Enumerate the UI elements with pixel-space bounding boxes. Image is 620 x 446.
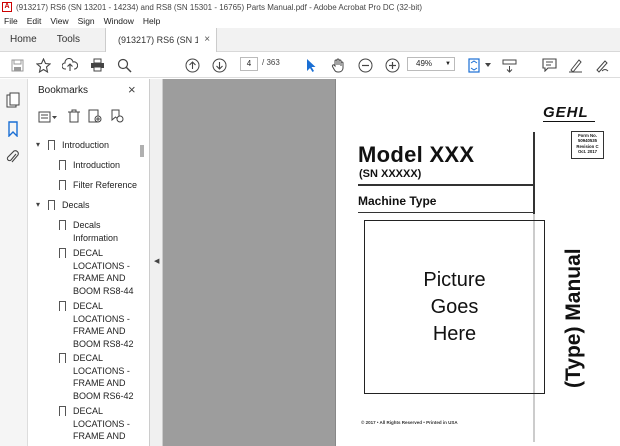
comment-icon[interactable] [541,57,557,73]
logo-underline [543,121,595,122]
gehl-logo: GEHL [543,104,589,121]
vertical-manual-title-text: (Type) Manual [562,248,585,388]
fit-page-dropdown-icon[interactable] [480,57,496,73]
bookmark-filter-reference[interactable]: Filter Reference [28,179,146,193]
find-zoom-icon[interactable] [116,57,132,73]
form-number-box: Form No. 50940535 Revision C Oct. 2017 [571,131,604,159]
bookmark-label: Decals Information [73,220,119,243]
model-title: Model XXX [358,142,475,167]
scroll-mode-icon[interactable] [501,57,517,73]
menu-file[interactable]: File [4,16,18,26]
bookmarks-scrollbar[interactable] [140,145,144,157]
vertical-divider [533,132,535,214]
zoom-value: 49% [416,59,433,68]
bookmark-decals-information[interactable]: Decals Information [28,219,146,245]
options-menu-icon[interactable] [38,111,58,125]
form-number-text: Form No. 50940535 Revision C Oct. 2017 [576,133,599,154]
bookmark-flag-icon [59,248,66,258]
save-icon[interactable] [9,57,25,73]
bookmark-introduction-parent[interactable]: ▾ Introduction [28,139,146,153]
picture-placeholder: Picture Goes Here [364,220,545,394]
serial-number: (SN XXXXX) [359,168,422,180]
machine-type: Machine Type [358,194,437,208]
bookmark-decal-locations-rs8-44[interactable]: DECAL LOCATIONS - FRAME AND BOOM RS8-44 [28,247,146,299]
attachments-icon[interactable] [6,149,22,165]
bookmark-flag-icon [59,160,66,170]
bookmark-label: DECAL LOCATIONS - FRAME AND [73,406,130,441]
upload-cloud-icon[interactable] [62,57,78,73]
bookmark-star-icon[interactable] [35,57,51,73]
bookmark-flag-icon [59,406,66,416]
bookmark-flag-icon [48,140,55,150]
tab-tools[interactable]: Tools [47,28,90,52]
tab-home[interactable]: Home [0,28,47,52]
bookmark-decals-parent[interactable]: ▾ Decals [28,199,146,213]
bookmark-label: DECAL LOCATIONS - FRAME AND BOOM RS6-42 [73,353,134,401]
print-icon[interactable] [89,57,105,73]
zoom-out-icon[interactable] [357,57,373,73]
bookmark-properties-icon[interactable] [110,109,124,125]
menu-bar: File Edit View Sign Window Help [0,14,620,28]
page-down-icon[interactable] [211,57,227,73]
menu-help[interactable]: Help [143,16,160,26]
menu-view[interactable]: View [50,16,68,26]
collapse-left-icon: ◀ [154,258,160,265]
bookmark-label: DECAL LOCATIONS - FRAME AND BOOM RS8-44 [73,248,134,296]
menu-window[interactable]: Window [104,16,134,26]
menu-edit[interactable]: Edit [27,16,42,26]
bookmark-decal-locations-rs8-42[interactable]: DECAL LOCATIONS - FRAME AND BOOM RS8-42 [28,300,146,352]
zoom-dropdown-icon: ▼ [445,61,451,67]
copyright-notice: © 2017 • All Rights Reserved • Printed i… [361,420,458,425]
delete-bookmark-icon[interactable] [68,109,80,125]
divider-line [358,184,534,186]
tab-bar: Home Tools (913217) RS6 (SN 1... × [0,28,620,52]
bookmark-decal-locations-next[interactable]: DECAL LOCATIONS - FRAME AND [28,405,146,445]
tab-close-icon[interactable]: × [204,28,210,52]
bookmark-label: Decals [62,200,90,210]
bookmark-label: DECAL LOCATIONS - FRAME AND BOOM RS8-42 [73,301,134,349]
hand-tool-icon[interactable] [330,57,346,73]
vertical-manual-title: (Type) Manual [560,228,590,388]
menu-sign[interactable]: Sign [78,16,95,26]
picture-placeholder-text: Picture Goes Here [423,268,486,345]
bookmark-introduction[interactable]: Introduction [28,159,146,173]
page-number-input[interactable]: 4 [240,57,258,71]
acrobat-app-icon: A [2,2,12,12]
sign-icon[interactable] [594,57,610,73]
bookmark-flag-icon [48,200,55,210]
toolbar [0,52,620,78]
tab-document-label: (913217) RS6 (SN 1... [118,35,199,45]
zoom-in-icon[interactable] [384,57,400,73]
window-title: (913217) RS6 (SN 13201 - 14234) and RS8 … [16,2,423,12]
bookmarks-panel: Bookmarks × ▾ Introduction Introduction … [28,79,150,446]
panel-collapse-handle[interactable]: ◀ [150,79,163,446]
divider-line [358,212,534,213]
tab-document[interactable]: (913217) RS6 (SN 1... × [105,28,218,52]
bookmark-flag-icon [59,220,66,230]
left-rail [0,79,28,446]
new-bookmark-icon[interactable] [88,109,102,125]
bookmark-flag-icon [59,180,66,190]
page-up-icon[interactable] [184,57,200,73]
bookmark-label: Filter Reference [73,180,138,190]
bookmark-flag-icon [59,301,66,311]
bookmark-label: Introduction [73,160,121,170]
bookmarks-icon[interactable] [6,121,22,138]
page-thumbnails-icon[interactable] [6,92,22,108]
zoom-select[interactable]: 49% ▼ [407,57,455,71]
page-total: / 363 [262,58,280,67]
select-cursor-icon[interactable] [303,57,319,73]
chevron-down-icon[interactable]: ▾ [36,199,46,212]
bookmark-label: Introduction [62,140,110,150]
bookmarks-toolbar [36,109,146,125]
chevron-down-icon[interactable]: ▾ [36,139,46,152]
bookmarks-header: Bookmarks [38,85,89,96]
bookmark-decal-locations-rs6-42[interactable]: DECAL LOCATIONS - FRAME AND BOOM RS6-42 [28,352,146,404]
close-panel-icon[interactable]: × [128,82,136,97]
title-bar: A (913217) RS6 (SN 13201 - 14234) and RS… [0,0,620,14]
bookmark-flag-icon [59,353,66,363]
highlight-pen-icon[interactable] [567,57,583,73]
